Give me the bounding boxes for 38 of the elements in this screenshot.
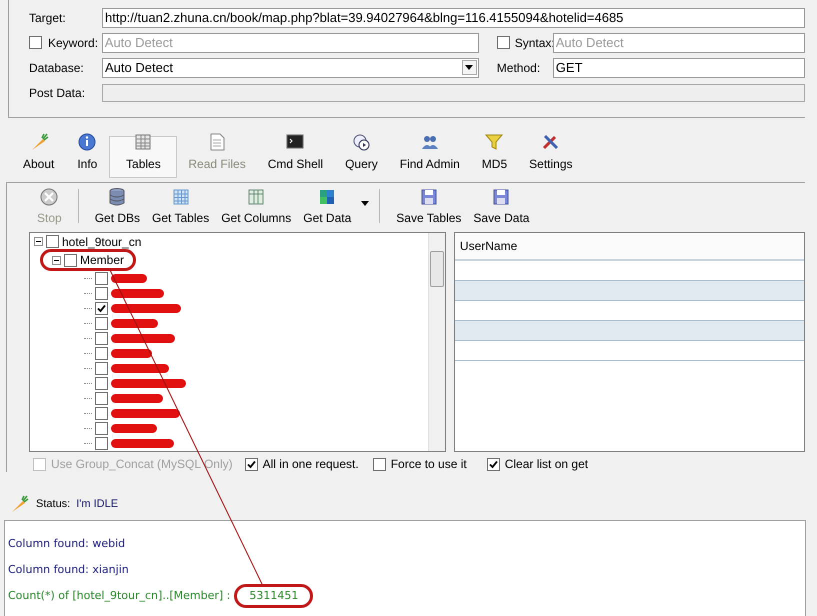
toolbar-tab[interactable]: About bbox=[12, 136, 66, 178]
toolbar-button[interactable]: Save Tables bbox=[390, 186, 468, 226]
toolbar-button[interactable]: Get Tables bbox=[146, 186, 216, 226]
status-label: Status: bbox=[36, 496, 70, 512]
input-field[interactable]: http://tuan2.zhuna.cn/book/map.php?blat=39.94027964&blng=116.4155094&hotelid=4685 bbox=[102, 8, 805, 28]
toolbar-button[interactable]: Get Columns bbox=[215, 186, 298, 226]
toolbar-tab[interactable]: Info bbox=[65, 136, 110, 178]
log-line: Column found: webid bbox=[8, 536, 126, 552]
count-value: 5311451 bbox=[249, 588, 298, 604]
log-line: Count(*) of [hotel_9tour_cn]..[Member] : bbox=[8, 588, 230, 604]
field-label: Syntax: bbox=[514, 34, 555, 52]
toolbar-button[interactable]: Save Data bbox=[467, 186, 536, 226]
field-label: Keyword: bbox=[48, 34, 98, 52]
field-label: Target: bbox=[29, 10, 67, 26]
tree-node-label[interactable]: Member bbox=[80, 254, 124, 266]
toolbar-tab[interactable]: Find Admin bbox=[388, 136, 471, 178]
tree-node-label[interactable]: hotel_9tour_cn bbox=[62, 236, 142, 248]
input-field[interactable]: GET bbox=[552, 58, 805, 78]
input-field[interactable]: Auto Detect bbox=[552, 32, 805, 52]
toolbar-button[interactable]: Get DBs bbox=[88, 186, 146, 226]
option-label: Force to use it bbox=[390, 456, 467, 473]
toolbar-tab[interactable]: Query bbox=[334, 136, 389, 178]
field-label: Database: bbox=[29, 60, 85, 76]
option-label: Use Group_Concat (MySQL Only) bbox=[51, 456, 233, 473]
option-label: All in one request. bbox=[262, 456, 359, 473]
option-label: Clear list on get bbox=[504, 456, 588, 473]
toolbar-tab[interactable]: Cmd Shell bbox=[256, 136, 334, 178]
log-line: Column found: xianjin bbox=[8, 562, 129, 578]
dropdown[interactable]: Auto Detect bbox=[102, 58, 479, 78]
toolbar-button[interactable]: Get Data bbox=[297, 186, 358, 226]
toolbar-tab[interactable]: Settings bbox=[518, 136, 584, 178]
input-field[interactable]: Auto Detect bbox=[102, 32, 479, 52]
field-label: Post Data: bbox=[29, 84, 86, 102]
toolbar-tab[interactable]: Tables bbox=[109, 136, 178, 178]
column-header[interactable]: UserName bbox=[460, 237, 518, 255]
field-label: Method: bbox=[496, 60, 542, 76]
status-value: I'm IDLE bbox=[76, 496, 118, 512]
toolbar-tab[interactable]: MD5 bbox=[470, 136, 518, 178]
